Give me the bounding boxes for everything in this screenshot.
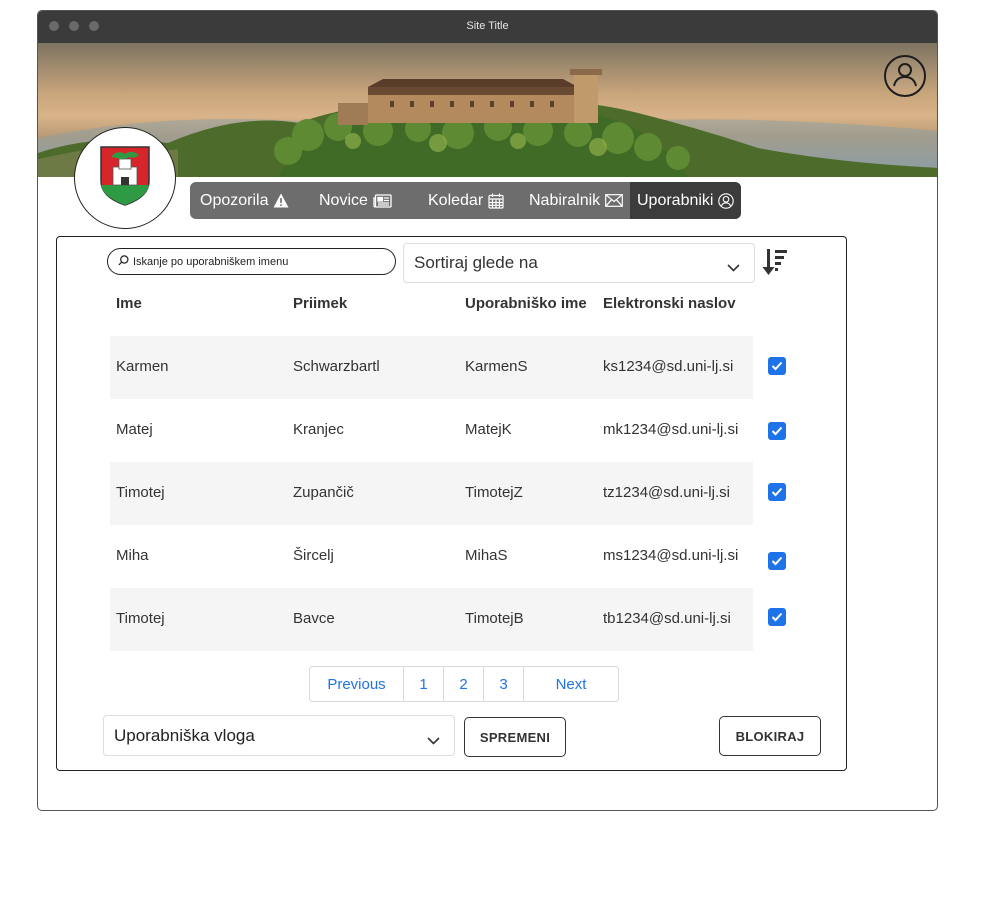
cell-username: TimotejB <box>465 610 524 627</box>
change-role-button[interactable]: SPREMENI <box>464 717 566 757</box>
chevron-down-icon <box>727 257 740 277</box>
calendar-icon <box>488 193 504 209</box>
newspaper-icon <box>373 193 392 208</box>
cell-ime: Miha <box>116 547 149 564</box>
header-banner-image <box>38 43 937 177</box>
row-checkbox[interactable] <box>768 552 786 570</box>
pagination-previous[interactable]: Previous <box>310 667 404 701</box>
cell-email: tb1234@sd.uni-lj.si <box>603 610 731 627</box>
cell-username: KarmenS <box>465 358 528 375</box>
nav-item-novice[interactable]: Novice <box>303 182 411 219</box>
column-header[interactable]: Uporabniško ime <box>465 295 587 312</box>
nav-item-nabiralnik[interactable]: Nabiralnik <box>513 182 630 219</box>
row-checkbox[interactable] <box>768 357 786 375</box>
user-role-select[interactable]: Uporabniška vloga <box>103 715 455 756</box>
nav-item-label: Opozorila <box>200 191 269 209</box>
warning-triangle-icon <box>273 193 289 208</box>
row-checkbox[interactable] <box>768 422 786 440</box>
user-circle-icon <box>890 59 920 94</box>
sort-select[interactable]: Sortiraj glede na <box>403 243 755 283</box>
table-header: Ime Priimek Uporabniško ime Elektronski … <box>110 295 750 321</box>
cell-ime: Karmen <box>116 358 169 375</box>
nav-item-koledar[interactable]: Koledar <box>411 182 513 219</box>
column-header[interactable]: Priimek <box>293 295 347 312</box>
cell-ime: Timotej <box>116 484 165 501</box>
pagination: Previous 1 2 3 Next <box>309 666 619 702</box>
cell-ime: Matej <box>116 421 153 438</box>
city-crest-dragon-icon <box>99 145 151 212</box>
nav-item-opozorila[interactable]: Opozorila <box>190 182 303 219</box>
cell-priimek: Bavce <box>293 610 335 627</box>
block-user-button[interactable]: BLOKIRAJ <box>719 716 821 756</box>
users-panel: Sortiraj glede na Ime Priimek Uporabnišk… <box>56 236 847 771</box>
table-row[interactable]: Timotej Bavce TimotejB tb1234@sd.uni-lj.… <box>110 588 786 651</box>
row-checkbox[interactable] <box>768 483 786 501</box>
cell-priimek: Zupančič <box>293 484 354 501</box>
user-role-select-value: Uporabniška vloga <box>114 725 255 745</box>
cell-email: mk1234@sd.uni-lj.si <box>603 421 739 438</box>
chevron-down-icon <box>427 730 440 750</box>
cell-email: ms1234@sd.uni-lj.si <box>603 547 739 564</box>
row-checkbox[interactable] <box>768 608 786 626</box>
pagination-page-3[interactable]: 3 <box>484 667 524 701</box>
nav-item-label: Nabiralnik <box>529 191 601 209</box>
sort-descending-icon[interactable] <box>762 248 788 281</box>
cell-priimek: Kranjec <box>293 421 344 438</box>
column-header[interactable]: Ime <box>116 295 142 312</box>
cell-ime: Timotej <box>116 610 165 627</box>
table-body: Karmen Schwarzbartl KarmenS ks1234@sd.un… <box>110 336 786 651</box>
user-circle-icon <box>718 192 735 209</box>
table-row[interactable]: Timotej Zupančič TimotejZ tz1234@sd.uni-… <box>110 462 786 525</box>
pagination-next[interactable]: Next <box>524 667 618 701</box>
table-row[interactable]: Matej Kranjec MatejK mk1234@sd.uni-lj.si <box>110 399 786 462</box>
profile-button[interactable] <box>884 55 926 97</box>
nav-item-label: Uporabniki <box>637 191 714 209</box>
envelope-icon <box>605 194 624 207</box>
search-icon <box>118 253 129 271</box>
sort-select-value: Sortiraj glede na <box>414 253 538 272</box>
pagination-page-2[interactable]: 2 <box>444 667 484 701</box>
column-header[interactable]: Elektronski naslov <box>603 295 736 312</box>
search-input[interactable] <box>133 255 383 268</box>
search-box <box>107 248 396 275</box>
nav-item-label: Koledar <box>428 191 484 209</box>
table-row[interactable]: Karmen Schwarzbartl KarmenS ks1234@sd.un… <box>110 336 786 399</box>
cell-email: tz1234@sd.uni-lj.si <box>603 484 730 501</box>
nav-item-label: Novice <box>319 191 368 209</box>
cell-username: TimotejZ <box>465 484 523 501</box>
table-row[interactable]: Miha Šircelj MihaS ms1234@sd.uni-lj.si <box>110 525 786 588</box>
cell-username: MihaS <box>465 547 508 564</box>
window-title: Site Title <box>466 20 509 32</box>
cell-priimek: Schwarzbartl <box>293 358 380 375</box>
title-bar: Site Title <box>38 11 937 43</box>
cell-username: MatejK <box>465 421 512 438</box>
pagination-page-1[interactable]: 1 <box>404 667 444 701</box>
cell-email: ks1234@sd.uni-lj.si <box>603 358 734 375</box>
main-nav: Opozorila Novice Koledar Nabiralnik Upor… <box>190 182 741 219</box>
cell-priimek: Šircelj <box>293 547 334 564</box>
city-logo <box>74 127 176 229</box>
nav-item-uporabniki[interactable]: Uporabniki <box>630 182 741 219</box>
